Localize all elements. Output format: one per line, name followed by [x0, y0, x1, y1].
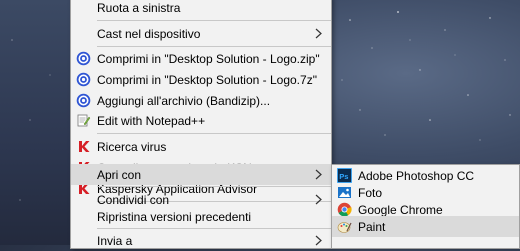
- chevron-right-icon: [315, 169, 322, 180]
- menu-item-scan-virus[interactable]: Ricerca virus: [71, 136, 331, 157]
- menu-item-label: Comprimi in "Desktop Solution - Logo.zip…: [97, 51, 320, 66]
- bandizip-icon: [76, 51, 91, 66]
- menu-item-label: Ruota a sinistra: [97, 0, 181, 15]
- menu-item-cast-to-device[interactable]: Cast nel dispositivo: [71, 23, 331, 44]
- bandizip-icon: [76, 93, 91, 108]
- submenu-item-label: Foto: [358, 185, 383, 200]
- menu-item-label: Condividi con: [97, 192, 170, 207]
- chevron-right-icon: [315, 194, 322, 205]
- context-menu: Ruota a sinistra Cast nel dispositivo Co…: [70, 0, 332, 249]
- bandizip-icon: [76, 72, 91, 87]
- menu-item-add-to-archive[interactable]: Aggiungi all'archivio (Bandizip)...: [71, 90, 331, 111]
- submenu-item-paint[interactable]: Paint: [332, 216, 519, 237]
- menu-item-label: Aggiungi all'archivio (Bandizip)...: [97, 93, 271, 108]
- menu-separator: [97, 133, 331, 134]
- chrome-icon: [337, 202, 352, 217]
- menu-item-compress-zip[interactable]: Comprimi in "Desktop Solution - Logo.zip…: [71, 48, 331, 69]
- chevron-right-icon: [315, 235, 322, 246]
- menu-item-label: Invia a: [97, 233, 133, 248]
- svg-text:Ps: Ps: [339, 172, 348, 181]
- menu-separator: [97, 46, 331, 47]
- menu-separator: [97, 228, 331, 229]
- menu-item-open-with[interactable]: Apri con: [71, 164, 331, 185]
- menu-item-send-to[interactable]: Invia a: [71, 230, 331, 251]
- desktop-background-left: [0, 0, 70, 245]
- menu-item-compress-7z[interactable]: Comprimi in "Desktop Solution - Logo.7z": [71, 69, 331, 90]
- open-with-submenu: Ps Adobe Photoshop CC Foto Google Chrome: [331, 164, 520, 249]
- chevron-right-icon: [315, 28, 322, 39]
- menu-separator: [97, 20, 331, 21]
- paint-icon: [337, 222, 352, 233]
- menu-item-label: Edit with Notepad++: [97, 113, 206, 128]
- menu-item-edit-notepad-plus-plus[interactable]: Edit with Notepad++: [71, 110, 331, 131]
- menu-item-label: Ripristina versioni precedenti: [97, 209, 252, 224]
- menu-item-label: Cast nel dispositivo: [97, 26, 201, 41]
- menu-separator: [97, 186, 331, 187]
- submenu-item-label: Adobe Photoshop CC: [358, 168, 475, 183]
- menu-item-label: Ricerca virus: [97, 139, 167, 154]
- photos-icon: [338, 187, 351, 198]
- menu-item-label: Apri con: [97, 167, 142, 182]
- submenu-item-label: Paint: [358, 219, 386, 234]
- submenu-item-label: Google Chrome: [358, 202, 443, 217]
- kaspersky-icon: [79, 141, 90, 152]
- notepad-plus-plus-icon: [77, 114, 91, 127]
- menu-item-rotate-left[interactable]: Ruota a sinistra: [71, 0, 331, 18]
- menu-item-restore-previous-versions[interactable]: Ripristina versioni precedenti: [71, 206, 331, 227]
- menu-item-label: Comprimi in "Desktop Solution - Logo.7z": [97, 72, 317, 87]
- photoshop-icon: Ps: [337, 168, 352, 183]
